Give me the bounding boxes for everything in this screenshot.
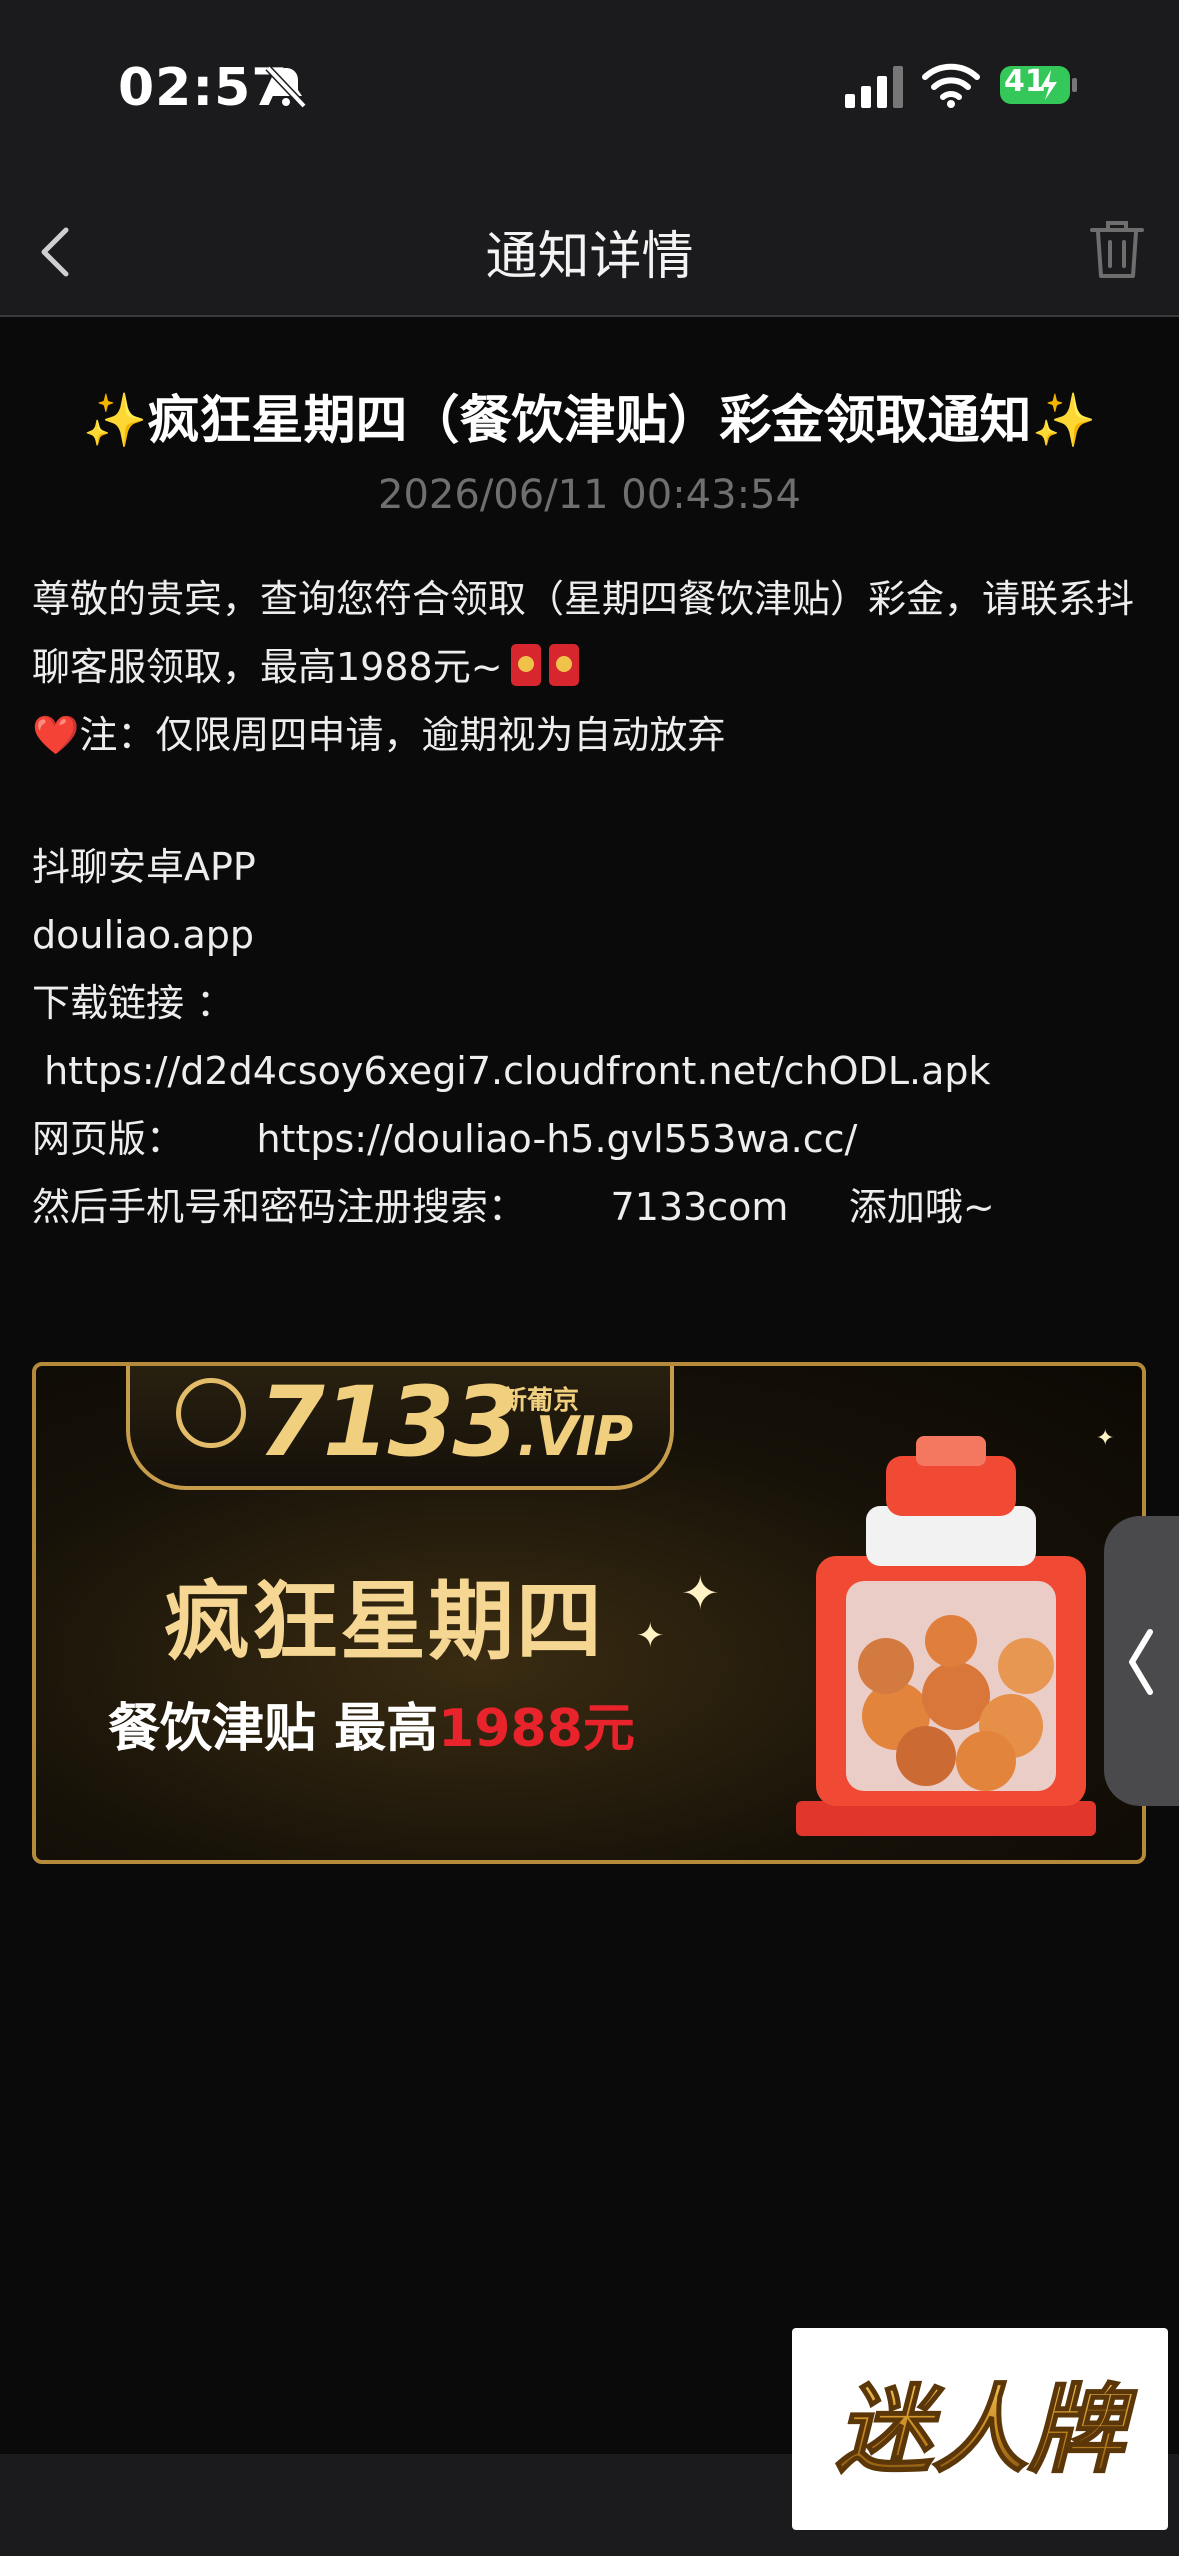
notice-title-text: 疯狂星期四（餐饮津贴）彩金领取通知	[147, 391, 1032, 451]
banner-headline: 疯狂星期四	[164, 1572, 604, 1672]
status-bar: 02:57 41	[0, 0, 1179, 190]
bell-slash-icon	[265, 65, 307, 109]
link-text[interactable]: douliao.app	[32, 901, 1152, 969]
red-packet-icon	[548, 644, 579, 686]
logo-emblem-icon	[176, 1378, 246, 1448]
sparkle-icon: ✨	[82, 391, 148, 451]
body-line-text: 聊客服领取，最高1988元~	[32, 645, 503, 689]
body-line: ❤️注：仅限周四申请，逾期视为自动放弃	[32, 701, 1152, 769]
page-title: 通知详情	[485, 227, 694, 287]
svg-text:迷人牌: 迷人牌	[836, 2374, 1137, 2486]
red-packet-icon	[510, 644, 541, 686]
sparkle-icon: ✦	[681, 1566, 720, 1620]
body-line: 聊客服领取，最高1988元~	[32, 633, 1152, 701]
trash-icon[interactable]	[1088, 218, 1146, 282]
notice-title: ✨疯狂星期四（餐饮津贴）彩金领取通知✨	[0, 378, 1179, 453]
banner-logo-tag: 新葡京	[501, 1386, 580, 1416]
body-line: 抖聊安卓APP	[32, 845, 256, 889]
cellular-signal-icon	[845, 66, 903, 108]
watermark-logo: 迷人牌	[792, 2328, 1168, 2530]
coin-jar-image	[796, 1436, 1096, 1836]
nav-bar: 通知详情	[0, 190, 1179, 317]
watermark-logo-graphic: 迷人牌	[835, 2373, 1138, 2487]
chevron-left-icon	[1129, 1629, 1153, 1695]
body-line: 下载链接 ：	[32, 981, 235, 1025]
download-link[interactable]: https://d2d4csoy6xegi7.cloudfront.net/ch…	[32, 1037, 1152, 1105]
body-line-text: 注：仅限周四申请，逾期视为自动放弃	[79, 713, 726, 757]
banner-subtitle: 餐饮津贴 最高1988元	[108, 1699, 635, 1759]
sparkle-icon: ✦	[636, 1616, 665, 1656]
body-line: 尊敬的贵宾，查询您符合领取（星期四餐饮津贴）彩金，请联系抖	[32, 577, 1135, 621]
side-drawer-tab[interactable]	[1104, 1516, 1179, 1806]
notice-body: 尊敬的贵宾，查询您符合领取（星期四餐饮津贴）彩金，请联系抖 聊客服领取，最高19…	[32, 565, 1152, 1241]
promo-banner[interactable]: 7133.VIP 新葡京 疯狂星期四 餐饮津贴 最高1988元 ✦ ✦ ✦	[32, 1362, 1146, 1864]
notice-timestamp: 2026/06/11 00:43:54	[378, 472, 801, 518]
sparkle-icon: ✨	[1031, 391, 1097, 451]
wifi-icon	[922, 63, 980, 108]
body-line: 然后手机号和密码注册搜索： 7133com 添加哦~	[32, 1185, 995, 1229]
web-link-line[interactable]: 网页版： https://douliao-h5.gvl553wa.cc/	[32, 1105, 1152, 1173]
battery-level: 41	[1004, 64, 1046, 99]
heart-icon: ❤️	[32, 713, 80, 757]
